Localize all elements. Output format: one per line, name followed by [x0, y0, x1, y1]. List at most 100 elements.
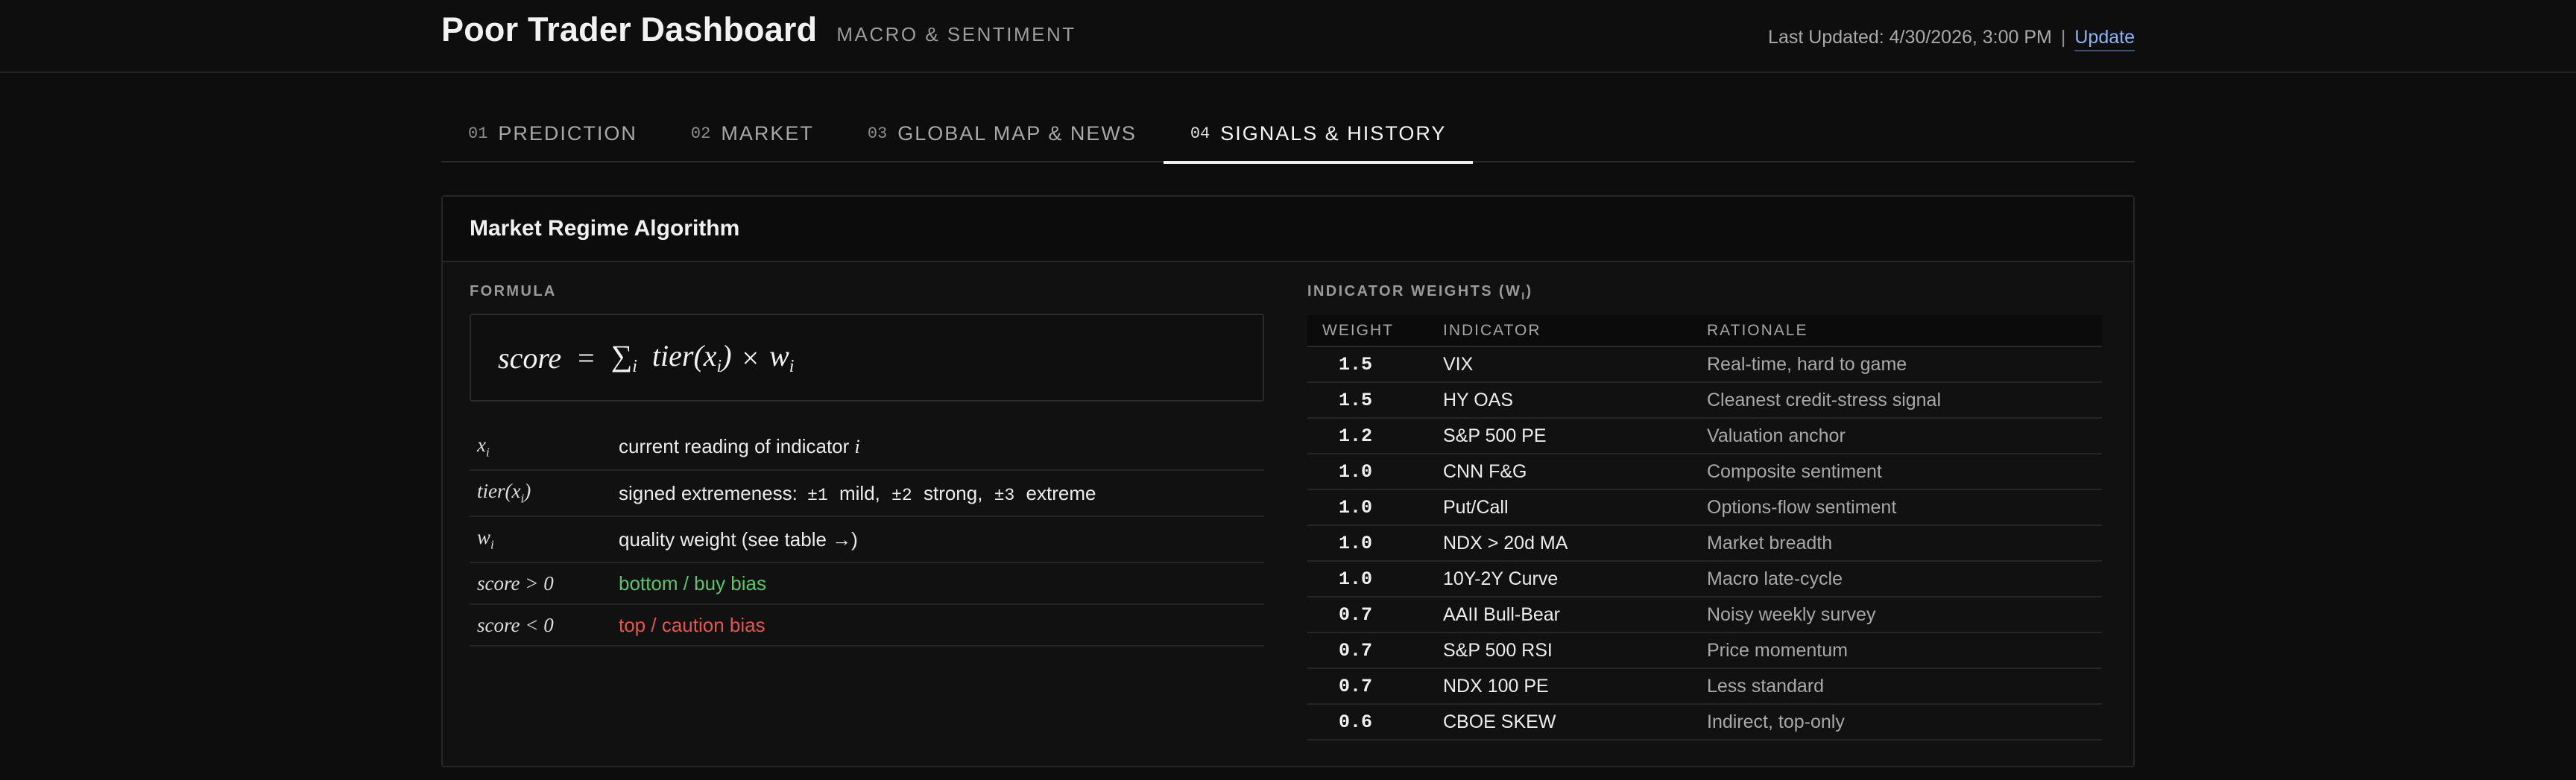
symbol-text: tier(x — [477, 480, 521, 503]
definition-row: tier(xi) signed extremeness: ±1 mild, ±2… — [470, 470, 1264, 517]
rationale-cell: Cleanest credit-stress signal — [1707, 382, 2102, 419]
symbol-tail: ) — [524, 480, 531, 503]
table-row: 1.5 VIX Real-time, hard to game — [1307, 346, 2102, 383]
tier-close: ) — [722, 339, 732, 372]
last-updated: Last Updated: 4/30/2026, 3:00 PM | Updat… — [1768, 27, 2135, 51]
formula-weight: wi — [769, 338, 794, 377]
tier-word: extreme — [1026, 481, 1096, 504]
weight-symbol: w — [769, 339, 789, 372]
indicator-cell: AAII Bull-Bear — [1443, 597, 1707, 633]
rationale-cell: Composite sentiment — [1707, 454, 2102, 490]
tab-market[interactable]: 02 MARKET — [664, 104, 841, 162]
indicator-cell: VIX — [1443, 346, 1707, 383]
weights-table: WEIGHT INDICATOR RATIONALE 1.5 VIX Real-ti… — [1307, 315, 2102, 741]
tab-number: 02 — [690, 124, 711, 143]
formula-equals: = — [578, 340, 595, 375]
table-row: 1.0 Put/Call Options-flow sentiment — [1307, 489, 2102, 526]
update-link[interactable]: Update — [2074, 27, 2135, 51]
tab-signals-history[interactable]: 04 SIGNALS & HISTORY — [1163, 104, 1474, 164]
definition-description: current reading of indicator i — [619, 424, 1264, 471]
weights-label-text: INDICATOR WEIGHTS (W — [1307, 283, 1522, 299]
table-row: 1.2 S&P 500 PE Valuation anchor — [1307, 418, 2102, 454]
formula-section: FORMULA score = ∑i tier(xi) × wi xi curr… — [470, 283, 1264, 647]
weight-cell: 1.5 — [1307, 346, 1443, 383]
weight-cell: 0.7 — [1307, 632, 1443, 669]
weight-cell: 1.0 — [1307, 489, 1443, 526]
weight-subscript: i — [789, 357, 795, 376]
rationale-cell: Less standard — [1707, 668, 2102, 705]
indicator-cell: CNN F&G — [1443, 454, 1707, 490]
indicator-cell: S&P 500 RSI — [1443, 632, 1707, 669]
tier-word: mild, — [839, 481, 880, 504]
indicator-cell: HY OAS — [1443, 382, 1707, 419]
indicator-cell: Put/Call — [1443, 489, 1707, 526]
table-row: 0.7 NDX 100 PE Less standard — [1307, 668, 2102, 705]
rationale-cell: Indirect, top-only — [1707, 704, 2102, 741]
rationale-cell: Price momentum — [1707, 632, 2102, 669]
market-regime-panel: Market Regime Algorithm FORMULA score = … — [441, 195, 2135, 767]
app-subtitle: MACRO & SENTIMENT — [836, 23, 1076, 45]
indicator-cell: NDX > 20d MA — [1443, 525, 1707, 562]
weight-cell: 1.0 — [1307, 561, 1443, 597]
formula-box: score = ∑i tier(xi) × wi — [470, 314, 1264, 402]
panel-header: Market Regime Algorithm — [443, 197, 2133, 262]
separator: | — [2060, 27, 2066, 48]
tab-global-map-news[interactable]: 03 GLOBAL MAP & NEWS — [841, 104, 1164, 162]
rationale-cell: Market breadth — [1707, 525, 2102, 562]
table-row: 1.0 CNN F&G Composite sentiment — [1307, 454, 2102, 490]
tier-value: ±1 — [807, 485, 828, 505]
column-header-weight: WEIGHT — [1307, 315, 1443, 347]
tab-bar: 01 PREDICTION 02 MARKET 03 GLOBAL MAP & … — [441, 104, 2135, 164]
definition-symbol: xi — [470, 424, 619, 471]
definition-symbol: score > 0 — [470, 562, 619, 605]
tier-word: strong, — [923, 481, 983, 504]
column-header-rationale: RATIONALE — [1707, 315, 2102, 347]
weights-section: INDICATOR WEIGHTS (WI) WEIGHT INDICATOR … — [1307, 283, 2102, 741]
panel-title: Market Regime Algorithm — [470, 216, 740, 241]
weight-cell: 1.0 — [1307, 525, 1443, 562]
formula-label: FORMULA — [470, 283, 557, 299]
indicator-cell: 10Y-2Y Curve — [1443, 561, 1707, 597]
caution-bias-description: top / caution bias — [619, 604, 1264, 647]
app-title: Poor Trader Dashboard — [441, 10, 818, 48]
tab-number: 04 — [1190, 124, 1210, 143]
definition-row: xi current reading of indicator i — [470, 424, 1264, 471]
weight-cell: 1.2 — [1307, 418, 1443, 454]
indicator-cell: CBOE SKEW — [1443, 704, 1707, 741]
table-row: 0.6 CBOE SKEW Indirect, top-only — [1307, 704, 2102, 741]
formula-sum: ∑i — [611, 338, 637, 377]
buy-bias-description: bottom / buy bias — [619, 562, 1264, 605]
rationale-cell: Valuation anchor — [1707, 418, 2102, 454]
symbol-subscript: i — [485, 445, 490, 460]
top-header: Poor Trader Dashboard MACRO & SENTIMENT … — [0, 0, 2576, 73]
weight-cell: 1.0 — [1307, 454, 1443, 490]
rationale-cell: Noisy weekly survey — [1707, 597, 2102, 633]
rationale-cell: Macro late-cycle — [1707, 561, 2102, 597]
weight-cell: 0.7 — [1307, 597, 1443, 633]
sum-symbol: ∑ — [610, 339, 633, 372]
brand: Poor Trader Dashboard MACRO & SENTIMENT — [441, 10, 1076, 49]
column-header-indicator: INDICATOR — [1443, 315, 1707, 347]
table-row: 1.0 10Y-2Y Curve Macro late-cycle — [1307, 561, 2102, 597]
definition-row: score < 0 top / caution bias — [470, 604, 1264, 647]
tab-prediction[interactable]: 01 PREDICTION — [441, 104, 664, 162]
tab-label: PREDICTION — [498, 121, 637, 145]
weights-label: INDICATOR WEIGHTS (WI) — [1307, 283, 2102, 302]
definitions-table: xi current reading of indicator i tier(x… — [470, 424, 1264, 647]
formula-tier: tier(xi) — [652, 338, 732, 377]
tab-number: 01 — [468, 124, 488, 143]
table-row: 0.7 S&P 500 RSI Price momentum — [1307, 632, 2102, 669]
symbol-subscript: i — [490, 537, 494, 552]
weight-cell: 1.5 — [1307, 382, 1443, 419]
tab-label: MARKET — [721, 121, 814, 145]
definition-symbol: wi — [470, 516, 619, 563]
table-row: 1.5 HY OAS Cleanest credit-stress signal — [1307, 382, 2102, 419]
tab-label: SIGNALS & HISTORY — [1220, 121, 1447, 145]
sum-subscript: i — [632, 357, 637, 376]
weight-cell: 0.6 — [1307, 704, 1443, 741]
table-row: 0.7 AAII Bull-Bear Noisy weekly survey — [1307, 597, 2102, 633]
definition-row: wi quality weight (see table →) — [470, 516, 1264, 563]
indicator-cell: NDX 100 PE — [1443, 668, 1707, 705]
definition-symbol: tier(xi) — [470, 470, 619, 517]
table-row: 1.0 NDX > 20d MA Market breadth — [1307, 525, 2102, 562]
